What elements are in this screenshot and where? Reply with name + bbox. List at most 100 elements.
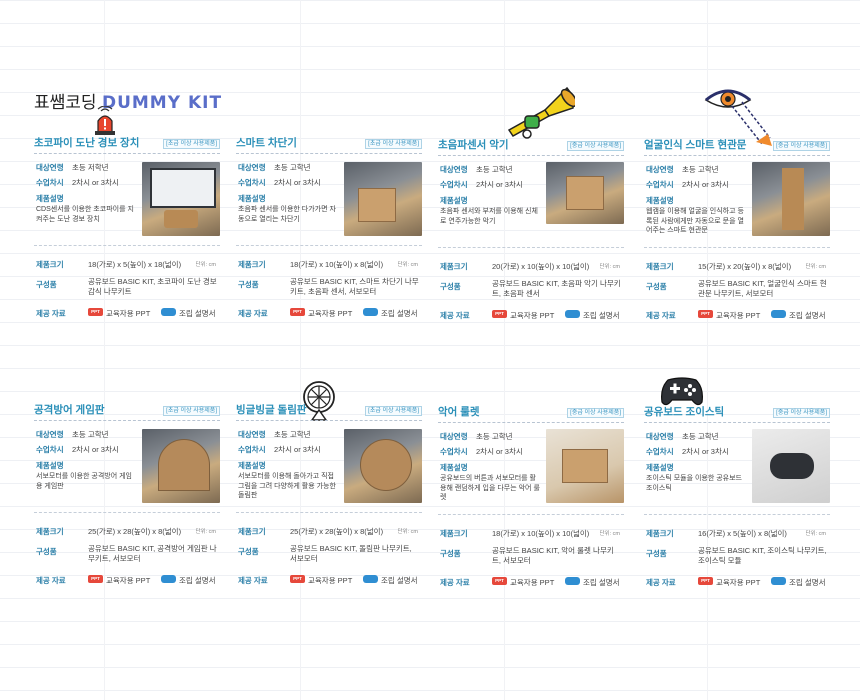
target-value: 초등 고학년: [476, 165, 513, 174]
target-label: 대상연령: [36, 163, 64, 172]
materials-label: 제공 자료: [440, 311, 470, 320]
desc-label: 제품설명: [36, 194, 64, 203]
materials-label: 제공 자료: [238, 309, 268, 318]
desc-text: 서보모터를 이용한 공격방어 게임용 게임판: [36, 473, 132, 490]
level-badge: [중급 이상 사용제품]: [567, 141, 624, 151]
manual-link[interactable]: 조립 설명서: [789, 310, 826, 321]
ppt-link[interactable]: 교육자용 PPT: [106, 575, 150, 586]
ppt-icon: PPT: [290, 575, 305, 583]
card-title: 빙글빙글 돌림판: [236, 404, 307, 416]
product-photo: [546, 162, 624, 224]
components-value: 공유보드 BASIC KIT, 악어 룰렛 나무키트, 서보모터: [492, 546, 614, 565]
target-label: 대상연령: [36, 430, 64, 439]
manual-link[interactable]: 조립 설명서: [583, 310, 620, 321]
card-title: 초코파이 도난 경보 장치: [34, 137, 140, 149]
unit-label: 단위: cm: [599, 531, 620, 537]
level-badge: [중급 이상 사용제품]: [773, 141, 830, 151]
period-value: 2차시 or 3차시: [476, 447, 523, 456]
card-header: 악어 룰렛 [중급 이상 사용제품]: [438, 404, 624, 423]
materials-label: 제공 자료: [646, 311, 676, 320]
size-row: 제품크기 20(가로) x 10(높이) x 10(넓이) 단위: cm: [438, 261, 624, 273]
desc-text: 조이스틱 모듈을 이용한 공유보드 조이스틱: [646, 475, 742, 492]
manual-icon: [161, 308, 176, 316]
size-value: 16(가로) x 5(높이) x 8(넓이): [698, 529, 787, 538]
components-label: 구성품: [36, 547, 57, 556]
manual-icon: [363, 575, 378, 583]
ppt-icon: PPT: [88, 308, 103, 316]
components-value: 공유보드 BASIC KIT, 얼굴인식 스마트 현관문 나무키트, 서보모터: [698, 279, 827, 298]
size-row: 제품크기 25(가로) x 28(높이) x 8(넓이) 단위: cm: [236, 526, 422, 538]
period-label: 수업차시: [646, 180, 674, 189]
level-badge: [중급 이상 사용제품]: [567, 408, 624, 418]
manual-icon: [363, 308, 378, 316]
manual-link[interactable]: 조립 설명서: [179, 575, 216, 586]
ppt-link[interactable]: 교육자용 PPT: [716, 577, 760, 588]
ppt-link[interactable]: 교육자용 PPT: [106, 308, 150, 319]
page-title: 표쌤코딩 DUMMY KIT: [34, 88, 222, 113]
period-label: 수업차시: [238, 445, 266, 454]
size-label: 제품크기: [36, 260, 64, 269]
product-card-ultrasonic-instrument: 초음파센서 악기 [중급 이상 사용제품] 대상연령 초등 고학년 수업차시 2차시…: [438, 137, 624, 337]
target-row: 대상연령 초등 고학년: [440, 432, 513, 442]
ppt-icon: PPT: [492, 577, 507, 585]
materials-label: 제공 자료: [440, 578, 470, 587]
product-card-smart-gate: 스마트 차단기 [초급 이상 사용제품] 대상연령 초등 고학년 수업차시 2차시 …: [236, 135, 422, 335]
product-photo: [344, 429, 422, 503]
period-row: 수업차시 2차시 or 3차시: [238, 178, 321, 188]
desc-text: 공유보드의 버튼과 서보모터를 활용해 랜덤하게 입을 다무는 악어 룰렛: [440, 475, 540, 501]
manual-icon: [565, 310, 580, 318]
divider: [438, 247, 624, 248]
ppt-icon: PPT: [698, 310, 713, 318]
size-value: 25(가로) x 28(높이) x 8(넓이): [290, 527, 384, 536]
target-row: 대상연령 초등 고학년: [646, 165, 719, 175]
product-photo: [142, 429, 220, 503]
divider: [644, 247, 830, 248]
divider: [236, 512, 422, 513]
ppt-link[interactable]: 교육자용 PPT: [308, 308, 352, 319]
manual-link[interactable]: 조립 설명서: [583, 577, 620, 588]
target-row: 대상연령 초등 고학년: [36, 430, 109, 440]
components-label: 구성품: [36, 280, 57, 289]
target-label: 대상연령: [440, 165, 468, 174]
unit-label: 단위: cm: [805, 264, 826, 270]
card-header: 스마트 차단기 [초급 이상 사용제품]: [236, 135, 422, 154]
period-row: 수업차시 2차시 or 3차시: [646, 447, 729, 457]
materials-label: 제공 자료: [36, 309, 66, 318]
size-row: 제품크기 18(가로) x 10(높이) x 8(넓이) 단위: cm: [236, 259, 422, 271]
manual-link[interactable]: 조립 설명서: [789, 577, 826, 588]
target-value: 초등 고학년: [476, 432, 513, 441]
ppt-icon: PPT: [492, 310, 507, 318]
ppt-icon: PPT: [290, 308, 305, 316]
size-label: 제품크기: [36, 527, 64, 536]
target-label: 대상연령: [238, 163, 266, 172]
ppt-link[interactable]: 교육자용 PPT: [510, 577, 554, 588]
divider: [34, 245, 220, 246]
target-value: 초등 저학년: [72, 163, 109, 172]
size-row: 제품크기 16(가로) x 5(높이) x 8(넓이) 단위: cm: [644, 528, 830, 540]
target-value: 초등 고학년: [682, 432, 719, 441]
manual-link[interactable]: 조립 설명서: [381, 575, 418, 586]
target-value: 초등 고학년: [274, 430, 311, 439]
manual-icon: [771, 310, 786, 318]
manual-link[interactable]: 조립 설명서: [381, 308, 418, 319]
components-value: 공유보드 BASIC KIT, 초음파 악기 나무키트, 초음파 센서: [492, 279, 621, 298]
card-title: 공유보드 조이스틱: [644, 406, 725, 418]
size-label: 제품크기: [238, 527, 266, 536]
components-label: 구성품: [646, 549, 667, 558]
manual-link[interactable]: 조립 설명서: [179, 308, 216, 319]
product-photo: [546, 429, 624, 503]
period-label: 수업차시: [238, 178, 266, 187]
page-title-ko: 표쌤코딩: [34, 93, 97, 113]
ppt-link[interactable]: 교육자용 PPT: [308, 575, 352, 586]
siren-icon: [95, 106, 115, 135]
product-photo: [344, 162, 422, 236]
card-header: 초음파센서 악기 [중급 이상 사용제품]: [438, 137, 624, 156]
desc-text: 초음파 센서와 부저를 이용해 신체로 연주가능한 악기: [440, 208, 538, 225]
target-row: 대상연령 초등 고학년: [238, 430, 311, 440]
ppt-link[interactable]: 교육자용 PPT: [510, 310, 554, 321]
target-label: 대상연령: [646, 165, 674, 174]
ppt-link[interactable]: 교육자용 PPT: [716, 310, 760, 321]
size-label: 제품크기: [646, 262, 674, 271]
divider: [644, 514, 830, 515]
period-value: 2차시 or 3차시: [72, 178, 119, 187]
